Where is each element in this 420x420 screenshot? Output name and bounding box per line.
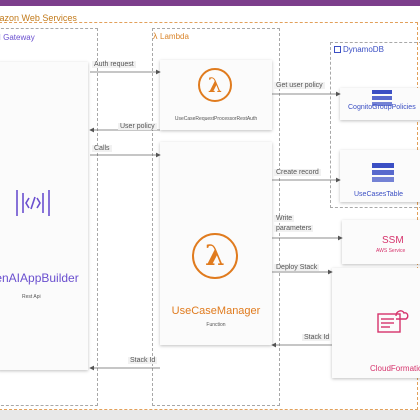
edges-layer — [89, 69, 343, 371]
api-gateway-icon — [16, 190, 50, 216]
app-node-title: GenAIAppBuilder — [0, 271, 79, 285]
label-calls: Calls — [92, 145, 112, 152]
usecases-table-title: UseCasesTable — [354, 191, 404, 198]
label-get-user-policy: Get user policy — [274, 82, 325, 89]
label-write-parameters-line2: parameters — [274, 225, 314, 232]
ssm-title: SSM — [382, 235, 404, 246]
label-create-record: Create record — [274, 169, 321, 176]
cloudformation-title: CloudFormation — [370, 364, 420, 373]
usecase-manager-lambda-icon: λ — [192, 233, 238, 279]
label-auth-request: Auth request — [92, 61, 136, 68]
app-node-subtitle: Rest Api — [22, 294, 41, 300]
label-stack-id-cf: Stack Id — [302, 334, 332, 341]
label-user-policy: User policy — [118, 123, 157, 130]
ssm-subtitle: AWS Service — [376, 248, 406, 254]
usecases-table-icon — [372, 163, 394, 182]
usecase-manager-title: UseCaseManager — [171, 305, 261, 317]
label-write-parameters-line1: Write — [274, 215, 295, 222]
cloudformation-icon — [377, 310, 409, 333]
cognito-table-title: CognitoGroupPolicies — [348, 104, 416, 111]
request-processor-title: UseCaseRequestProcessorRestAuth — [174, 116, 258, 122]
usecase-manager-subtitle: Function — [206, 322, 226, 328]
label-deploy-stack: Deploy Stack — [274, 264, 320, 271]
request-processor-lambda-icon: λ — [198, 68, 232, 102]
label-stack-id-app: Stack Id — [128, 357, 158, 364]
